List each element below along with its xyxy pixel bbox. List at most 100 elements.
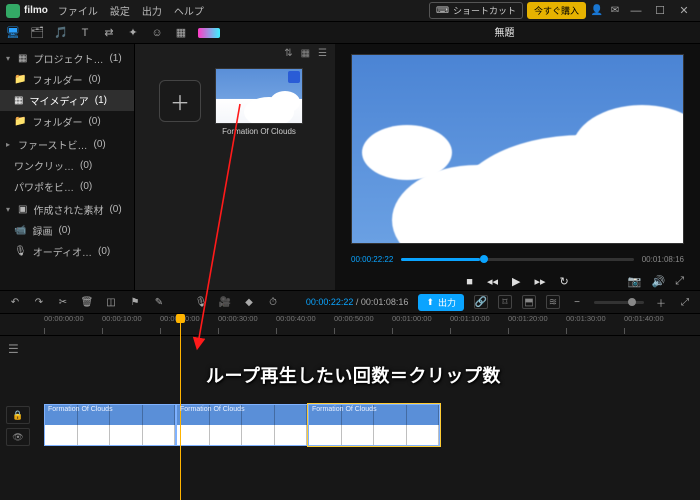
record-voice-icon[interactable]: 🎙 [194, 295, 208, 309]
media-tab-icon[interactable]: 🖥 [6, 26, 20, 40]
timeline-clip-1[interactable]: Formation Of Clouds [44, 404, 176, 446]
sidebar-powapo[interactable]: パワポをビ…(0) [0, 176, 134, 197]
redo-icon[interactable]: ↷ [32, 295, 46, 309]
export-button[interactable]: ⬆出力 [418, 294, 464, 311]
ruler-tick: 00:00:10:00 [102, 314, 160, 323]
grid-view-icon[interactable]: ▦ [301, 48, 310, 59]
sidebar-record[interactable]: 📹録画(0) [0, 220, 134, 241]
keyframe-icon[interactable]: ◆ [242, 295, 256, 309]
prev-frame-button[interactable]: ◂◂ [487, 275, 498, 288]
track-headers: 🔒 👁 [6, 406, 30, 446]
media-bin: ⇅ ▦ ☰ ＋ Formation Of Clouds [135, 44, 335, 290]
text-icon[interactable]: T [78, 26, 92, 40]
timeline-ruler[interactable]: 00:00:00:00 00:00:10:00 00:00:20:00 00:0… [0, 314, 700, 336]
sidebar-my-media[interactable]: ▦マイメディア(1) [0, 90, 134, 111]
fit-timeline-icon[interactable]: ⤢ [678, 295, 692, 309]
import-media-button[interactable]: ＋ [159, 80, 201, 122]
undo-icon[interactable]: ↶ [8, 295, 22, 309]
effects-icon[interactable]: ✦ [126, 26, 140, 40]
menu-output[interactable]: 出力 [142, 3, 162, 18]
volume-icon[interactable]: 🔊 [651, 275, 665, 288]
ruler-tick: 00:00:00:00 [44, 314, 102, 323]
link-toggle-icon[interactable]: 🔗 [474, 295, 488, 309]
play-button[interactable]: ▶ [512, 275, 520, 288]
magnet-toggle-icon[interactable]: ⬒ [522, 295, 536, 309]
sort-icon[interactable]: ⇅ [284, 48, 292, 59]
ruler-tick: 00:00:50:00 [334, 314, 392, 323]
video-badge-icon [288, 71, 300, 83]
preview-seek-bar[interactable] [401, 258, 633, 261]
auto-ripple-icon[interactable]: ≋ [546, 295, 560, 309]
zoom-out-icon[interactable]: − [570, 295, 584, 309]
sidebar-folder-1[interactable]: 📁フォルダー(0) [0, 69, 134, 90]
sticker-icon[interactable]: ☺ [150, 26, 164, 40]
sidebar-created[interactable]: ▾▣作成された素材(0) [0, 199, 134, 220]
project-title: 無題 [315, 24, 694, 42]
track-menu-icon[interactable]: ☰ [8, 342, 19, 356]
media-clip-name: Formation Of Clouds [215, 127, 303, 136]
speed-icon[interactable]: ⏱ [266, 295, 280, 309]
snapshot-icon[interactable]: 📷 [628, 275, 642, 288]
marker-icon[interactable]: ⚑ [128, 295, 142, 309]
close-button[interactable]: ✕ [674, 4, 694, 17]
media-clip[interactable]: Formation Of Clouds [215, 68, 303, 136]
preview-time-current: 00:00:22:22 [351, 255, 393, 264]
timeline-timecode: 00:00:22:22 / 00:01:08:16 [306, 297, 409, 307]
record-screen-icon[interactable]: 🎥 [218, 295, 232, 309]
main-menu: ファイル 設定 出力 ヘルプ [58, 3, 204, 18]
delete-icon[interactable]: 🗑 [80, 295, 94, 309]
ruler-tick: 00:01:30:00 [566, 314, 624, 323]
ruler-tick: 00:01:40:00 [624, 314, 682, 323]
mail-icon[interactable]: ✉ [608, 4, 622, 18]
sidebar-folder-2[interactable]: 📁フォルダー(0) [0, 111, 134, 132]
sidebar-project[interactable]: ▾▦プロジェクト…(1) [0, 48, 134, 69]
buy-now-button[interactable]: 今すぐ購入 [527, 2, 586, 19]
ruler-tick: 00:01:00:00 [392, 314, 450, 323]
list-view-icon[interactable]: ☰ [318, 48, 327, 59]
zoom-in-icon[interactable]: ＋ [654, 295, 668, 309]
ruler-tick: 00:01:20:00 [508, 314, 566, 323]
zoom-slider[interactable] [594, 301, 644, 304]
video-track[interactable]: Formation Of Clouds Formation Of Clouds … [44, 404, 692, 450]
stock-icon[interactable]: 🗂 [30, 26, 44, 40]
sidebar-audio[interactable]: 🎙オーディオ…(0) [0, 241, 134, 262]
timeline-clip-2[interactable]: Formation Of Clouds [176, 404, 308, 446]
keyboard-icon: ⌨ [436, 5, 449, 16]
sidebar-firstview[interactable]: ▸ファーストビ…(0) [0, 134, 134, 155]
template-icon[interactable]: ▦ [174, 26, 188, 40]
app-logo-icon [6, 4, 20, 18]
track-lock-icon[interactable]: 🔒 [6, 406, 30, 424]
minimize-button[interactable]: — [626, 5, 646, 17]
upload-icon: ⬆ [426, 297, 434, 308]
sidebar-oneclick[interactable]: ワンクリッ…(0) [0, 155, 134, 176]
color-grade-icon[interactable] [198, 28, 220, 38]
crop-icon[interactable]: ◫ [104, 295, 118, 309]
shortcut-button[interactable]: ⌨ショートカット [429, 2, 523, 19]
title-bar: filmo ファイル 設定 出力 ヘルプ ⌨ショートカット 今すぐ購入 👤 ✉ … [0, 0, 700, 22]
transition-icon[interactable]: ⇄ [102, 26, 116, 40]
menu-help[interactable]: ヘルプ [174, 3, 204, 18]
track-visibility-icon[interactable]: 👁 [6, 428, 30, 446]
preview-panel: 00:00:22:22 00:01:08:16 ■ ◂◂ ▶ ▸▸ ↻ 📷 🔊 … [335, 44, 700, 290]
timeline-toolbar: ↶ ↷ ✂ 🗑 ◫ ⚑ ✎ 🎙 🎥 ◆ ⏱ 00:00:22:22 / 00:0… [0, 290, 700, 314]
audio-icon[interactable]: 🎵 [54, 26, 68, 40]
timeline-panel: 00:00:00:00 00:00:10:00 00:00:20:00 00:0… [0, 314, 700, 500]
app-name: filmo [24, 5, 48, 16]
menu-settings[interactable]: 設定 [110, 3, 130, 18]
stop-button[interactable]: ■ [466, 276, 473, 288]
media-sidebar: ▾▦プロジェクト…(1) 📁フォルダー(0) ▦マイメディア(1) 📁フォルダー… [0, 44, 135, 290]
ruler-tick: 00:01:10:00 [450, 314, 508, 323]
annotation-text: ループ再生したい回数＝クリップ数 [206, 362, 501, 388]
menu-file[interactable]: ファイル [58, 3, 98, 18]
next-frame-button[interactable]: ▸▸ [534, 275, 545, 288]
maximize-button[interactable]: ☐ [650, 4, 670, 17]
snap-toggle-icon[interactable]: ⌑ [498, 295, 512, 309]
pen-icon[interactable]: ✎ [152, 295, 166, 309]
fullscreen-icon[interactable]: ⤢ [675, 275, 684, 288]
split-icon[interactable]: ✂ [56, 295, 70, 309]
loop-button[interactable]: ↻ [560, 275, 569, 288]
timeline-clip-3[interactable]: Formation Of Clouds [308, 404, 440, 446]
preview-time-total: 00:01:08:16 [642, 255, 684, 264]
app-logo-group: filmo [6, 4, 48, 18]
account-icon[interactable]: 👤 [590, 4, 604, 18]
